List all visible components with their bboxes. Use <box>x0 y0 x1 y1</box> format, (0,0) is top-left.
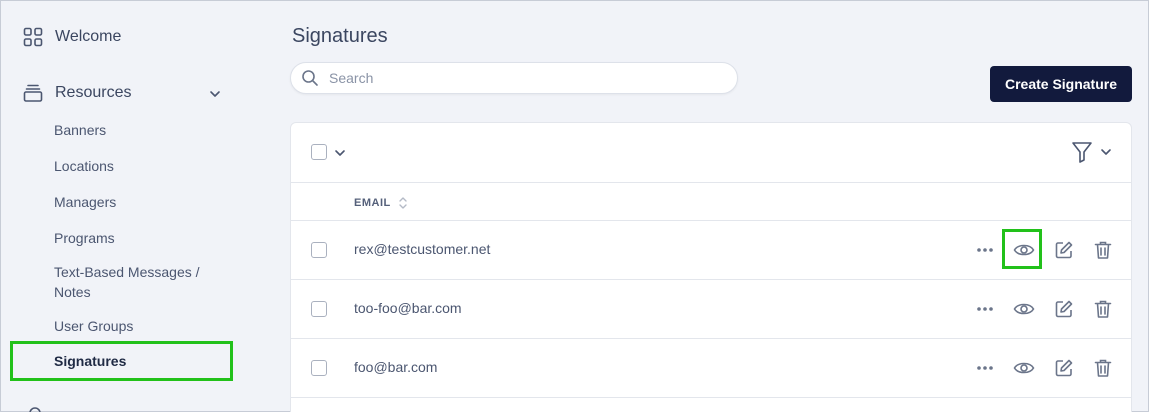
row-email: rex@testcustomer.net <box>354 241 491 257</box>
signatures-table: EMAIL rex@testcustomer.net too-foo@bar.c… <box>290 122 1132 412</box>
sidebar-item-programs[interactable]: Programs <box>54 228 115 248</box>
table-toolbar <box>291 123 1131 183</box>
table-header: EMAIL <box>291 183 1131 221</box>
row-checkbox[interactable] <box>311 301 327 317</box>
grid-icon <box>23 27 43 47</box>
create-signature-button[interactable]: Create Signature <box>990 66 1132 102</box>
sidebar-item-banners[interactable]: Banners <box>54 120 106 140</box>
chevron-down-icon[interactable] <box>333 146 347 160</box>
select-all-checkbox[interactable] <box>311 144 327 160</box>
chevron-down-icon[interactable] <box>1099 145 1113 159</box>
more-icon[interactable] <box>973 356 997 380</box>
nav-resources[interactable]: Resources <box>23 83 131 103</box>
page-title: Signatures <box>292 25 388 47</box>
view-icon[interactable] <box>1012 238 1036 262</box>
sidebar-item-text-messages-line2[interactable]: Notes <box>54 282 91 302</box>
table-row: too-foo@bar.com <box>291 280 1131 339</box>
row-email: too-foo@bar.com <box>354 300 462 316</box>
edit-icon[interactable] <box>1052 238 1076 262</box>
chevron-down-icon[interactable] <box>208 87 222 101</box>
view-icon[interactable] <box>1012 297 1036 321</box>
stack-icon <box>23 84 43 102</box>
sidebar: Welcome Resources Banners Locations Mana… <box>1 1 251 412</box>
nav-welcome-label: Welcome <box>55 28 122 45</box>
row-email: foo@bar.com <box>354 359 438 375</box>
search-icon <box>302 70 318 86</box>
sidebar-item-text-messages[interactable]: Text-Based Messages / <box>54 262 200 282</box>
view-icon[interactable] <box>1012 356 1036 380</box>
trash-icon[interactable] <box>1091 238 1115 262</box>
table-row: foo@bar.com <box>291 339 1131 398</box>
search-bar[interactable] <box>290 62 738 94</box>
column-header-email[interactable]: EMAIL <box>354 195 408 211</box>
nav-welcome[interactable]: Welcome <box>23 27 121 47</box>
more-icon[interactable] <box>973 297 997 321</box>
more-icon[interactable] <box>973 238 997 262</box>
sort-icon[interactable] <box>398 195 408 211</box>
sidebar-item-locations[interactable]: Locations <box>54 156 114 176</box>
search-input[interactable] <box>329 70 709 86</box>
sidebar-item-user-groups[interactable]: User Groups <box>54 316 133 336</box>
sidebar-item-managers[interactable]: Managers <box>54 192 116 212</box>
nav-resources-label: Resources <box>55 84 132 101</box>
trash-icon[interactable] <box>1091 297 1115 321</box>
partial-nav-icon <box>29 407 41 412</box>
row-checkbox[interactable] <box>311 360 327 376</box>
edit-icon[interactable] <box>1052 297 1076 321</box>
edit-icon[interactable] <box>1052 356 1076 380</box>
filter-icon[interactable] <box>1071 140 1093 164</box>
column-header-email-label: EMAIL <box>354 197 391 209</box>
row-checkbox[interactable] <box>311 242 327 258</box>
trash-icon[interactable] <box>1091 356 1115 380</box>
sidebar-item-signatures[interactable]: Signatures <box>54 351 126 371</box>
table-row: rex@testcustomer.net <box>291 221 1131 280</box>
